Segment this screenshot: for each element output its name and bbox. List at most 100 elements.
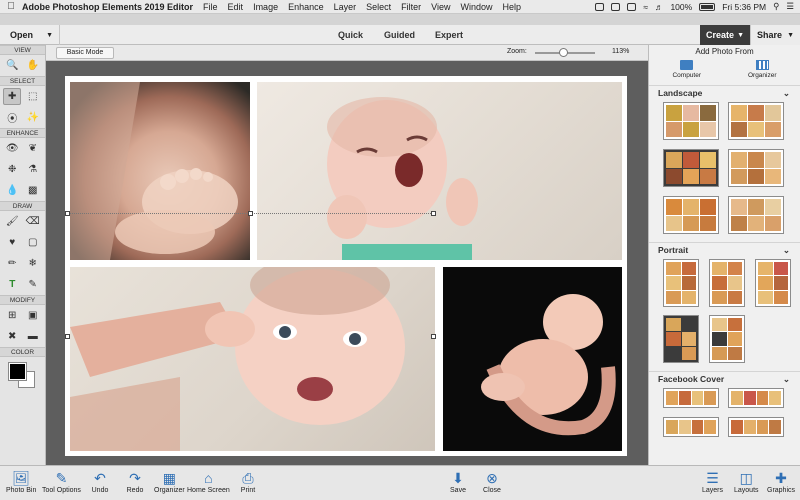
template-thumbnail[interactable]	[663, 417, 719, 437]
tool-options-button[interactable]: ✎ Tool Options	[42, 469, 81, 495]
print-button[interactable]: ⎙ Print	[238, 469, 258, 495]
hand-tool-icon[interactable]: ✋	[24, 57, 42, 74]
template-thumbnail[interactable]	[728, 196, 784, 234]
close-button[interactable]: ⊗ Close	[482, 469, 502, 495]
menu-enhance[interactable]: Enhance	[288, 2, 324, 12]
template-thumbnail[interactable]	[728, 417, 784, 437]
template-thumbnail[interactable]	[728, 149, 784, 187]
menu-filter[interactable]: Filter	[401, 2, 421, 12]
photo-baby-feet[interactable]	[70, 82, 250, 260]
transform-handle[interactable]	[431, 334, 436, 339]
zoom-slider-handle[interactable]	[559, 48, 568, 57]
template-thumbnail[interactable]	[663, 315, 699, 363]
share-button[interactable]: Share ▼	[750, 25, 800, 45]
open-button[interactable]: Open ▼	[0, 25, 60, 45]
menu-select[interactable]: Select	[366, 2, 391, 12]
canvas-area[interactable]	[46, 61, 648, 465]
foreground-color-swatch[interactable]	[8, 362, 27, 381]
category-facebook-cover-header[interactable]: Facebook Cover ⌄	[649, 371, 800, 385]
eraser-tool-icon[interactable]: ⌫	[24, 213, 42, 230]
wifi-icon[interactable]: ≈	[643, 2, 648, 12]
home-screen-button[interactable]: ⌂ Home Screen	[187, 469, 230, 494]
magic-wand-tool-icon[interactable]: ✨	[24, 109, 42, 126]
template-thumbnail[interactable]	[663, 259, 699, 307]
menu-window[interactable]: Window	[461, 2, 493, 12]
photo-crying-baby[interactable]	[257, 82, 622, 260]
move-tool-icon[interactable]: ✚	[3, 88, 22, 105]
pencil-tool-icon[interactable]: ✎	[24, 276, 42, 293]
clone-stamp-tool-icon[interactable]: ⚗	[24, 161, 42, 178]
collage-page[interactable]	[65, 76, 627, 456]
category-portrait-header[interactable]: Portrait ⌄	[649, 242, 800, 256]
source-organizer-button[interactable]: Organizer	[748, 60, 777, 79]
paint-bucket-tool-icon[interactable]: ♥	[3, 234, 21, 251]
template-thumbnail[interactable]	[709, 315, 745, 363]
tab-guided[interactable]: Guided	[384, 25, 415, 45]
undo-button[interactable]: ↶ Undo	[90, 469, 110, 495]
redo-label: Redo	[126, 487, 144, 494]
lasso-tool-icon[interactable]: ⦿	[3, 109, 21, 126]
template-thumbnail[interactable]	[709, 259, 745, 307]
battery-icon[interactable]	[699, 2, 716, 11]
apple-icon[interactable]: 	[0, 1, 22, 12]
menu-clock[interactable]: Fri 5:36 PM	[722, 2, 766, 12]
template-thumbnail[interactable]	[663, 149, 719, 187]
custom-shape-tool-icon[interactable]: ❄	[24, 255, 42, 272]
source-computer-button[interactable]: Computer	[672, 60, 701, 79]
volume-icon[interactable]: ♬	[655, 2, 664, 12]
eyedropper-tool-icon[interactable]: ✏	[3, 255, 21, 272]
app-name-menu[interactable]: Adobe Photoshop Elements 2019 Editor	[22, 2, 193, 12]
menu-view[interactable]: View	[431, 2, 450, 12]
tab-expert[interactable]: Expert	[435, 25, 463, 45]
menu-file[interactable]: File	[203, 2, 218, 12]
menu-layer[interactable]: Layer	[334, 2, 357, 12]
marquee-tool-icon[interactable]: ⬚	[24, 88, 42, 105]
layers-button[interactable]: ☰ Layers	[702, 469, 723, 495]
template-thumbnail[interactable]	[755, 259, 791, 307]
brush-tool-icon[interactable]: 🖌	[3, 213, 21, 230]
status-icon[interactable]	[595, 2, 605, 11]
menu-image[interactable]: Image	[253, 2, 278, 12]
menu-help[interactable]: Help	[503, 2, 522, 12]
blur-tool-icon[interactable]: 💧	[3, 182, 21, 199]
red-eye-tool-icon[interactable]: 👁	[3, 140, 21, 157]
photo-baby-on-black[interactable]	[443, 267, 622, 451]
transform-handle[interactable]	[65, 211, 70, 216]
organizer-button[interactable]: ▦ Organizer	[154, 469, 185, 495]
template-thumbnail[interactable]	[663, 102, 719, 140]
redo-button[interactable]: ↷ Redo	[125, 469, 145, 495]
sponge-tool-icon[interactable]: ▩	[24, 182, 42, 199]
basic-mode-button[interactable]: Basic Mode	[56, 47, 114, 59]
category-landscape-header[interactable]: Landscape ⌄	[649, 85, 800, 99]
transform-handle[interactable]	[431, 211, 436, 216]
transform-handle[interactable]	[248, 211, 253, 216]
save-button[interactable]: ⬇ Save	[448, 469, 468, 495]
layouts-button[interactable]: ◫ Layouts	[734, 469, 759, 495]
crying-baby-illustration	[327, 97, 478, 260]
spotlight-icon[interactable]: ⚲	[773, 1, 779, 12]
clock-status-icon[interactable]	[627, 2, 637, 11]
tab-quick[interactable]: Quick	[338, 25, 363, 45]
straighten-tool-icon[interactable]: ▬	[24, 328, 42, 345]
template-thumbnail[interactable]	[728, 102, 784, 140]
template-thumbnail[interactable]	[663, 388, 719, 408]
create-button[interactable]: Create ▼	[700, 25, 750, 45]
zoom-tool-icon[interactable]: 🔍	[3, 57, 21, 74]
spot-healing-tool-icon[interactable]: ❦	[24, 140, 42, 157]
recompose-tool-icon[interactable]: ▣	[24, 307, 42, 324]
template-thumbnail[interactable]	[728, 388, 784, 408]
template-thumbnail[interactable]	[663, 196, 719, 234]
type-tool-icon[interactable]: T	[3, 276, 21, 293]
notification-center-icon[interactable]: ☰	[786, 1, 794, 12]
gradient-tool-icon[interactable]: ▢	[24, 234, 42, 251]
photo-bin-button[interactable]: 🖼 Photo Bin	[6, 469, 36, 495]
graphics-button[interactable]: ✚ Graphics	[767, 469, 795, 495]
transform-handle[interactable]	[65, 334, 70, 339]
crop-tool-icon[interactable]: ⊞	[3, 307, 21, 324]
monitor-icon[interactable]	[611, 2, 621, 11]
photo-baby-holding-finger[interactable]	[70, 267, 435, 451]
menu-edit[interactable]: Edit	[228, 2, 244, 12]
smart-brush-tool-icon[interactable]: ❉	[3, 161, 21, 178]
content-aware-move-tool-icon[interactable]: ✖	[3, 328, 21, 345]
organizer-label: Organizer	[154, 487, 185, 494]
